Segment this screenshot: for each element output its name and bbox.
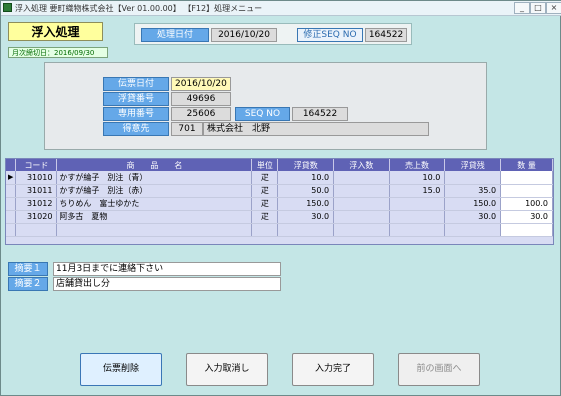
col-in[interactable]: 浮入数 xyxy=(333,159,390,171)
customer-label: 得意先 xyxy=(103,122,169,136)
cell-name[interactable] xyxy=(56,223,253,237)
cell-unit[interactable]: 疋 xyxy=(251,197,279,211)
cell-unit[interactable]: 疋 xyxy=(251,210,279,224)
table-row[interactable] xyxy=(6,223,553,237)
loan-no-label: 浮貸番号 xyxy=(103,92,169,106)
cell-loan[interactable]: 50.0 xyxy=(277,184,335,198)
memo2-field[interactable]: 店舗貸出し分 xyxy=(53,277,281,291)
cell-in[interactable] xyxy=(333,171,390,185)
cell-in[interactable] xyxy=(333,197,390,211)
fix-seq-label: 修正SEQ NO xyxy=(297,28,363,42)
row-selector-icon: ▶ xyxy=(6,171,17,185)
cell-qty[interactable] xyxy=(500,171,553,185)
window-title: 浮入処理 要町織物株式会社【Ver 01.00.00】 【F12】処理メニュー xyxy=(15,4,263,13)
cell-code[interactable]: 31010 xyxy=(15,171,58,185)
memo1-field[interactable]: 11月3日までに連絡下さい xyxy=(53,262,281,276)
screen-title: 浮入処理 xyxy=(8,22,103,41)
cell-code[interactable]: 31020 xyxy=(15,210,58,224)
seqno-field[interactable]: 164522 xyxy=(292,107,348,121)
cell-balance[interactable] xyxy=(444,223,502,237)
row-selector xyxy=(6,197,17,211)
cell-sales[interactable] xyxy=(389,223,446,237)
cancel-input-button[interactable]: 入力取消し xyxy=(186,353,268,386)
cell-in[interactable] xyxy=(333,223,390,237)
slip-date-label: 伝票日付 xyxy=(103,77,169,91)
cell-name[interactable]: かすが綸子 別注（赤） xyxy=(56,184,253,198)
complete-input-button[interactable]: 入力完了 xyxy=(292,353,374,386)
restore-button[interactable]: □ xyxy=(530,2,546,14)
cell-sales[interactable] xyxy=(389,210,446,224)
col-code[interactable]: コード xyxy=(15,159,58,171)
minimize-button[interactable]: _ xyxy=(514,2,530,14)
col-balance[interactable]: 浮貸残 xyxy=(444,159,502,171)
cell-loan[interactable]: 150.0 xyxy=(277,197,335,211)
fix-seq-value[interactable]: 164522 xyxy=(365,28,407,42)
cell-balance[interactable]: 150.0 xyxy=(444,197,502,211)
table-header-row: コード 商 品 名 単位 浮貸数 浮入数 売上数 浮貸残 数 量 xyxy=(6,159,553,171)
cell-qty[interactable] xyxy=(500,184,553,198)
cell-unit[interactable]: 疋 xyxy=(251,171,279,185)
table-row[interactable]: 31020 阿多古 夏物 疋 30.0 30.0 30.0 xyxy=(6,210,553,224)
cell-code[interactable]: 31012 xyxy=(15,197,58,211)
exclusive-no-field[interactable]: 25606 xyxy=(171,107,231,121)
customer-code-field[interactable]: 701 xyxy=(171,122,203,136)
cell-qty[interactable]: 30.0 xyxy=(500,210,553,224)
cell-in[interactable] xyxy=(333,184,390,198)
cell-in[interactable] xyxy=(333,210,390,224)
back-button[interactable]: 前の画面へ xyxy=(398,353,480,386)
col-unit[interactable]: 単位 xyxy=(251,159,279,171)
title-bar: 浮入処理 要町織物株式会社【Ver 01.00.00】 【F12】処理メニュー … xyxy=(1,1,561,16)
cell-unit[interactable]: 疋 xyxy=(251,184,279,198)
process-date-value[interactable]: 2016/10/20 xyxy=(211,28,277,42)
table-row[interactable]: ▶ 31010 かすが綸子 別注（青） 疋 10.0 10.0 xyxy=(6,171,553,185)
cell-balance[interactable]: 30.0 xyxy=(444,210,502,224)
main-window: 浮入処理 要町織物株式会社【Ver 01.00.00】 【F12】処理メニュー … xyxy=(0,0,561,396)
cell-loan[interactable] xyxy=(277,223,335,237)
cell-sales[interactable] xyxy=(389,197,446,211)
delete-slip-button[interactable]: 伝票削除 xyxy=(80,353,162,386)
table-row[interactable]: 31012 ちりめん 富士ゆかた 疋 150.0 150.0 100.0 xyxy=(6,197,553,211)
items-table: コード 商 品 名 単位 浮貸数 浮入数 売上数 浮貸残 数 量 ▶ 31010… xyxy=(5,158,554,245)
cell-sales[interactable]: 15.0 xyxy=(389,184,446,198)
slip-date-field[interactable]: 2016/10/20 xyxy=(171,77,231,91)
slip-info-panel: 伝票日付 2016/10/20 浮貸番号 49696 専用番号 25606 SE… xyxy=(44,62,487,150)
cell-qty[interactable] xyxy=(500,223,553,237)
memo1-label: 摘要１ xyxy=(8,262,48,276)
month-close-label: 月次締切日：2016/09/30 xyxy=(8,47,108,58)
exclusive-no-label: 専用番号 xyxy=(103,107,169,121)
row-selector xyxy=(6,184,17,198)
cell-balance[interactable]: 35.0 xyxy=(444,184,502,198)
row-marker-header xyxy=(6,159,17,171)
col-name[interactable]: 商 品 名 xyxy=(56,159,253,171)
app-icon xyxy=(3,3,12,12)
row-selector xyxy=(6,210,17,224)
cell-sales[interactable]: 10.0 xyxy=(389,171,446,185)
close-button[interactable]: × xyxy=(546,2,561,14)
window-controls: _ □ × xyxy=(514,1,561,17)
cell-qty[interactable]: 100.0 xyxy=(500,197,553,211)
col-sales[interactable]: 売上数 xyxy=(389,159,446,171)
process-date-label: 処理日付 xyxy=(141,28,209,42)
header-info-box: 処理日付 2016/10/20 修正SEQ NO 164522 xyxy=(134,23,412,45)
cell-name[interactable]: かすが綸子 別注（青） xyxy=(56,171,253,185)
cell-code[interactable] xyxy=(15,223,58,237)
cell-balance[interactable] xyxy=(444,171,502,185)
cell-loan[interactable]: 30.0 xyxy=(277,210,335,224)
cell-name[interactable]: ちりめん 富士ゆかた xyxy=(56,197,253,211)
col-loan[interactable]: 浮貸数 xyxy=(277,159,335,171)
cell-loan[interactable]: 10.0 xyxy=(277,171,335,185)
cell-unit[interactable] xyxy=(251,223,279,237)
seqno-label: SEQ NO xyxy=(235,107,290,121)
customer-name-field[interactable]: 株式会社 北野 xyxy=(203,122,429,136)
table-row[interactable]: 31011 かすが綸子 別注（赤） 疋 50.0 15.0 35.0 xyxy=(6,184,553,198)
row-selector xyxy=(6,223,17,237)
cell-name[interactable]: 阿多古 夏物 xyxy=(56,210,253,224)
cell-code[interactable]: 31011 xyxy=(15,184,58,198)
memo2-label: 摘要２ xyxy=(8,277,48,291)
col-qty[interactable]: 数 量 xyxy=(500,159,553,171)
loan-no-field[interactable]: 49696 xyxy=(171,92,231,106)
